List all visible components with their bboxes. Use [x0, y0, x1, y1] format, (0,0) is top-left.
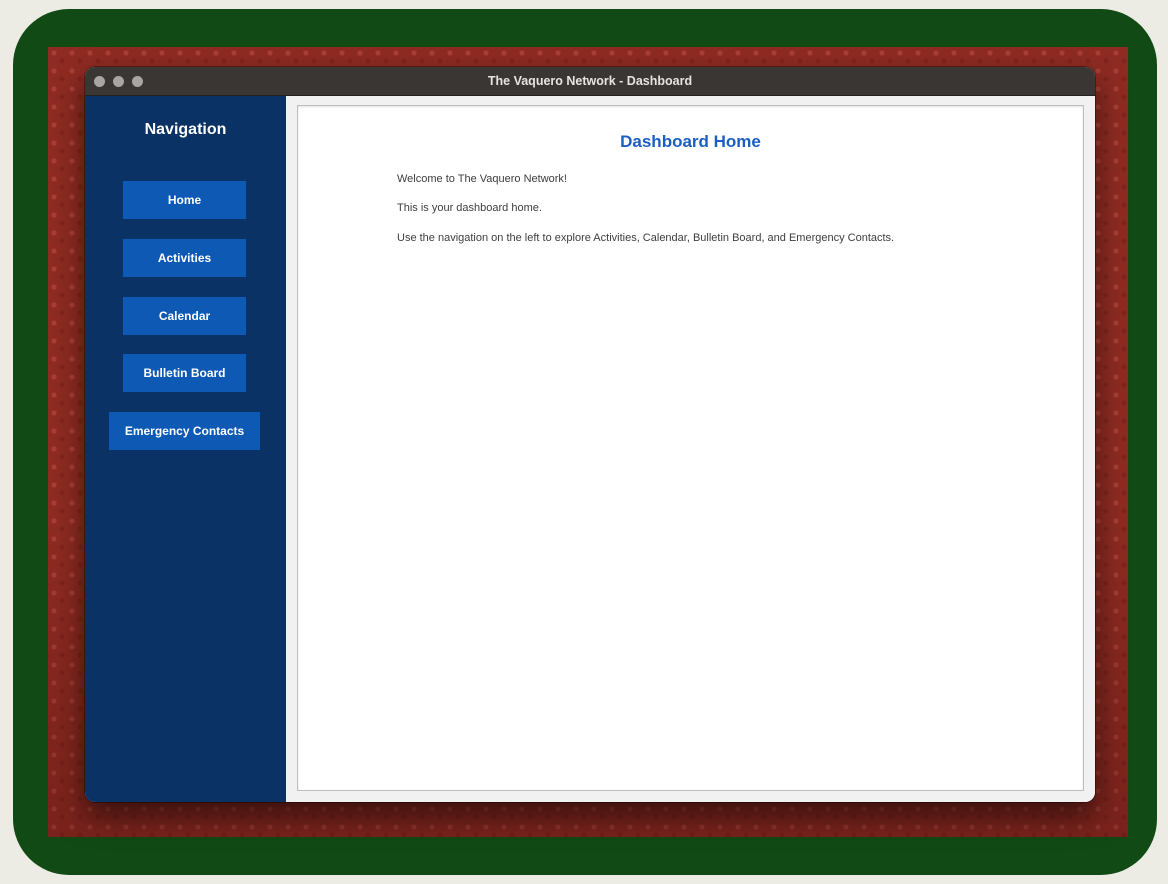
sidebar-item-activities[interactable]: Activities: [123, 239, 246, 277]
instructions-text: Use the navigation on the left to explor…: [397, 232, 895, 244]
welcome-text: Welcome to The Vaquero Network!: [397, 173, 567, 185]
navigation-sidebar: Navigation Home Activities Calendar Bull…: [85, 96, 286, 802]
app-window: The Vaquero Network - Dashboard Navigati…: [85, 67, 1095, 802]
intro-text: This is your dashboard home.: [397, 202, 542, 214]
sidebar-item-emergency-contacts[interactable]: Emergency Contacts: [109, 412, 260, 450]
page-title: Dashboard Home: [620, 132, 761, 151]
main-content-area: Dashboard Home Welcome to The Vaquero Ne…: [286, 96, 1095, 802]
window-title: The Vaquero Network - Dashboard: [487, 74, 693, 88]
dashboard-panel: Dashboard Home Welcome to The Vaquero Ne…: [297, 105, 1084, 791]
sidebar-heading: Navigation: [144, 121, 227, 138]
sidebar-item-home[interactable]: Home: [123, 181, 246, 219]
sidebar-item-calendar[interactable]: Calendar: [123, 297, 246, 335]
sidebar-item-bulletin-board[interactable]: Bulletin Board: [123, 354, 246, 392]
screenshot-frame: The Vaquero Network - Dashboard Navigati…: [13, 9, 1157, 875]
window-titlebar[interactable]: The Vaquero Network - Dashboard: [85, 67, 1095, 96]
